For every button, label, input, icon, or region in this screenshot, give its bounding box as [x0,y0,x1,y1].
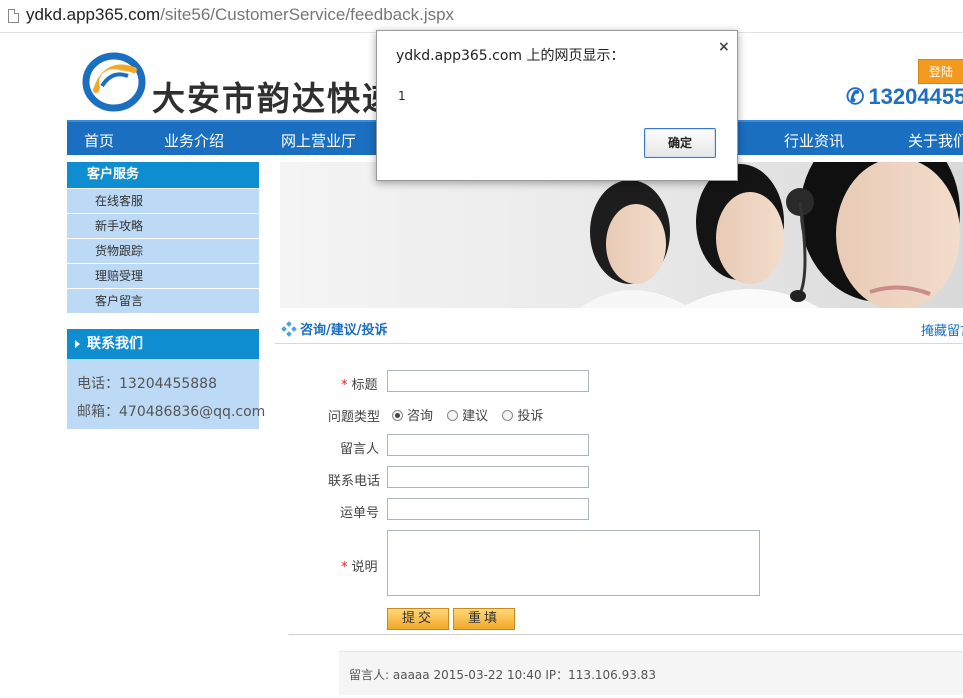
contact-email: 邮箱：470486836@qq.com [77,404,266,420]
type-option-complain[interactable]: 投诉 [502,409,543,424]
nav-item-business[interactable]: 业务介绍 [164,130,224,151]
alert-dialog: ydkd.app365.com 上的网页显示： × 1 确定 [376,30,738,181]
phone-icon: ✆ [846,84,865,109]
radio-consult-label: 咨询 [407,409,434,424]
contact-heading-text: 联系我们 [87,336,143,352]
dialog-ok-button[interactable]: 确定 [644,128,716,158]
radio-complain[interactable] [502,410,514,421]
section-divider [275,343,963,344]
section-title-text: 咨询/建议/投诉 [300,323,388,338]
desc-label: * 说明 [341,556,378,575]
phone-label: 联系电话 [328,474,381,489]
login-button[interactable]: 登陆 [918,59,963,84]
contact-heading: 联系我们 [67,329,259,359]
arrow-right-icon [75,340,80,348]
message-item: 留言人: aaaaa 2015-03-22 10:40 IP：113.106.9… [349,668,656,682]
close-icon[interactable]: × [718,39,730,55]
nav-item-home[interactable]: 首页 [84,130,114,151]
name-label: 留言人 [340,442,380,457]
title-input[interactable] [387,370,589,392]
logo-ring-icon [82,52,146,112]
type-radio-group: 咨询 建议 投诉 [392,405,553,424]
title-label: * 标题 [341,374,378,393]
sidebar-item-claims[interactable]: 理赔受理 [67,263,259,288]
document-icon [8,9,19,23]
url-path: /site56/CustomerService/feedback.jspx [160,5,455,24]
sidebar-menu: 客户服务 在线客服 新手攻略 货物跟踪 理赔受理 客户留言 [67,162,259,313]
required-mark: * [341,378,348,393]
radio-complain-label: 投诉 [517,409,544,424]
sidebar-item-guide[interactable]: 新手攻略 [67,213,259,238]
nav-item-industry-news[interactable]: 行业资讯 [784,130,844,151]
dialog-message: 1 [398,89,406,103]
sidebar-item-tracking[interactable]: 货物跟踪 [67,238,259,263]
tracking-input[interactable] [387,498,589,520]
sidebar-heading: 客户服务 [67,162,259,188]
type-label: 问题类型 [328,410,381,425]
dialog-title: ydkd.app365.com 上的网页显示： [396,48,625,64]
header-phone: ✆13204455888 [846,84,963,110]
banner-image [280,162,963,308]
nav-item-online-hall[interactable]: 网上营业厅 [281,130,356,151]
url-host: ydkd.app365.com [26,5,161,24]
reset-button[interactable]: 重填 [453,608,515,630]
banner-illustration [580,162,960,308]
sidebar-item-feedback[interactable]: 客户留言 [67,288,259,313]
type-option-suggest[interactable]: 建议 [447,409,488,424]
diamond-dots-icon [281,321,297,337]
radio-suggest-label: 建议 [462,409,489,424]
name-input[interactable] [387,434,589,456]
url-text[interactable]: ydkd.app365.com/site56/CustomerService/f… [26,5,454,25]
nav-item-about[interactable]: 关于我们 [908,130,963,151]
tracking-label: 运单号 [340,506,380,521]
sidebar-item-online-service[interactable]: 在线客服 [67,188,259,213]
submit-button[interactable]: 提交 [387,608,449,630]
phone-input[interactable] [387,466,589,488]
form-divider [289,634,963,635]
contact-phone: 电话：13204455888 [77,376,217,392]
hide-messages-link[interactable]: 掩藏留言 [921,320,963,339]
address-bar[interactable]: ydkd.app365.com/site56/CustomerService/f… [0,0,963,33]
required-mark: * [341,560,348,575]
description-textarea[interactable] [387,530,760,596]
section-title: 咨询/建议/投诉 [281,319,388,338]
desc-label-text: 说明 [351,560,378,575]
radio-consult[interactable] [392,410,403,421]
contact-box: 联系我们 电话：13204455888 邮箱：470486836@qq.com [67,329,266,429]
header-phone-number: 13204455888 [868,84,963,109]
site-title: 大安市韵达快递 [152,79,397,118]
radio-suggest[interactable] [447,410,459,421]
title-label-text: 标题 [351,378,378,393]
type-option-consult[interactable]: 咨询 [392,409,433,424]
